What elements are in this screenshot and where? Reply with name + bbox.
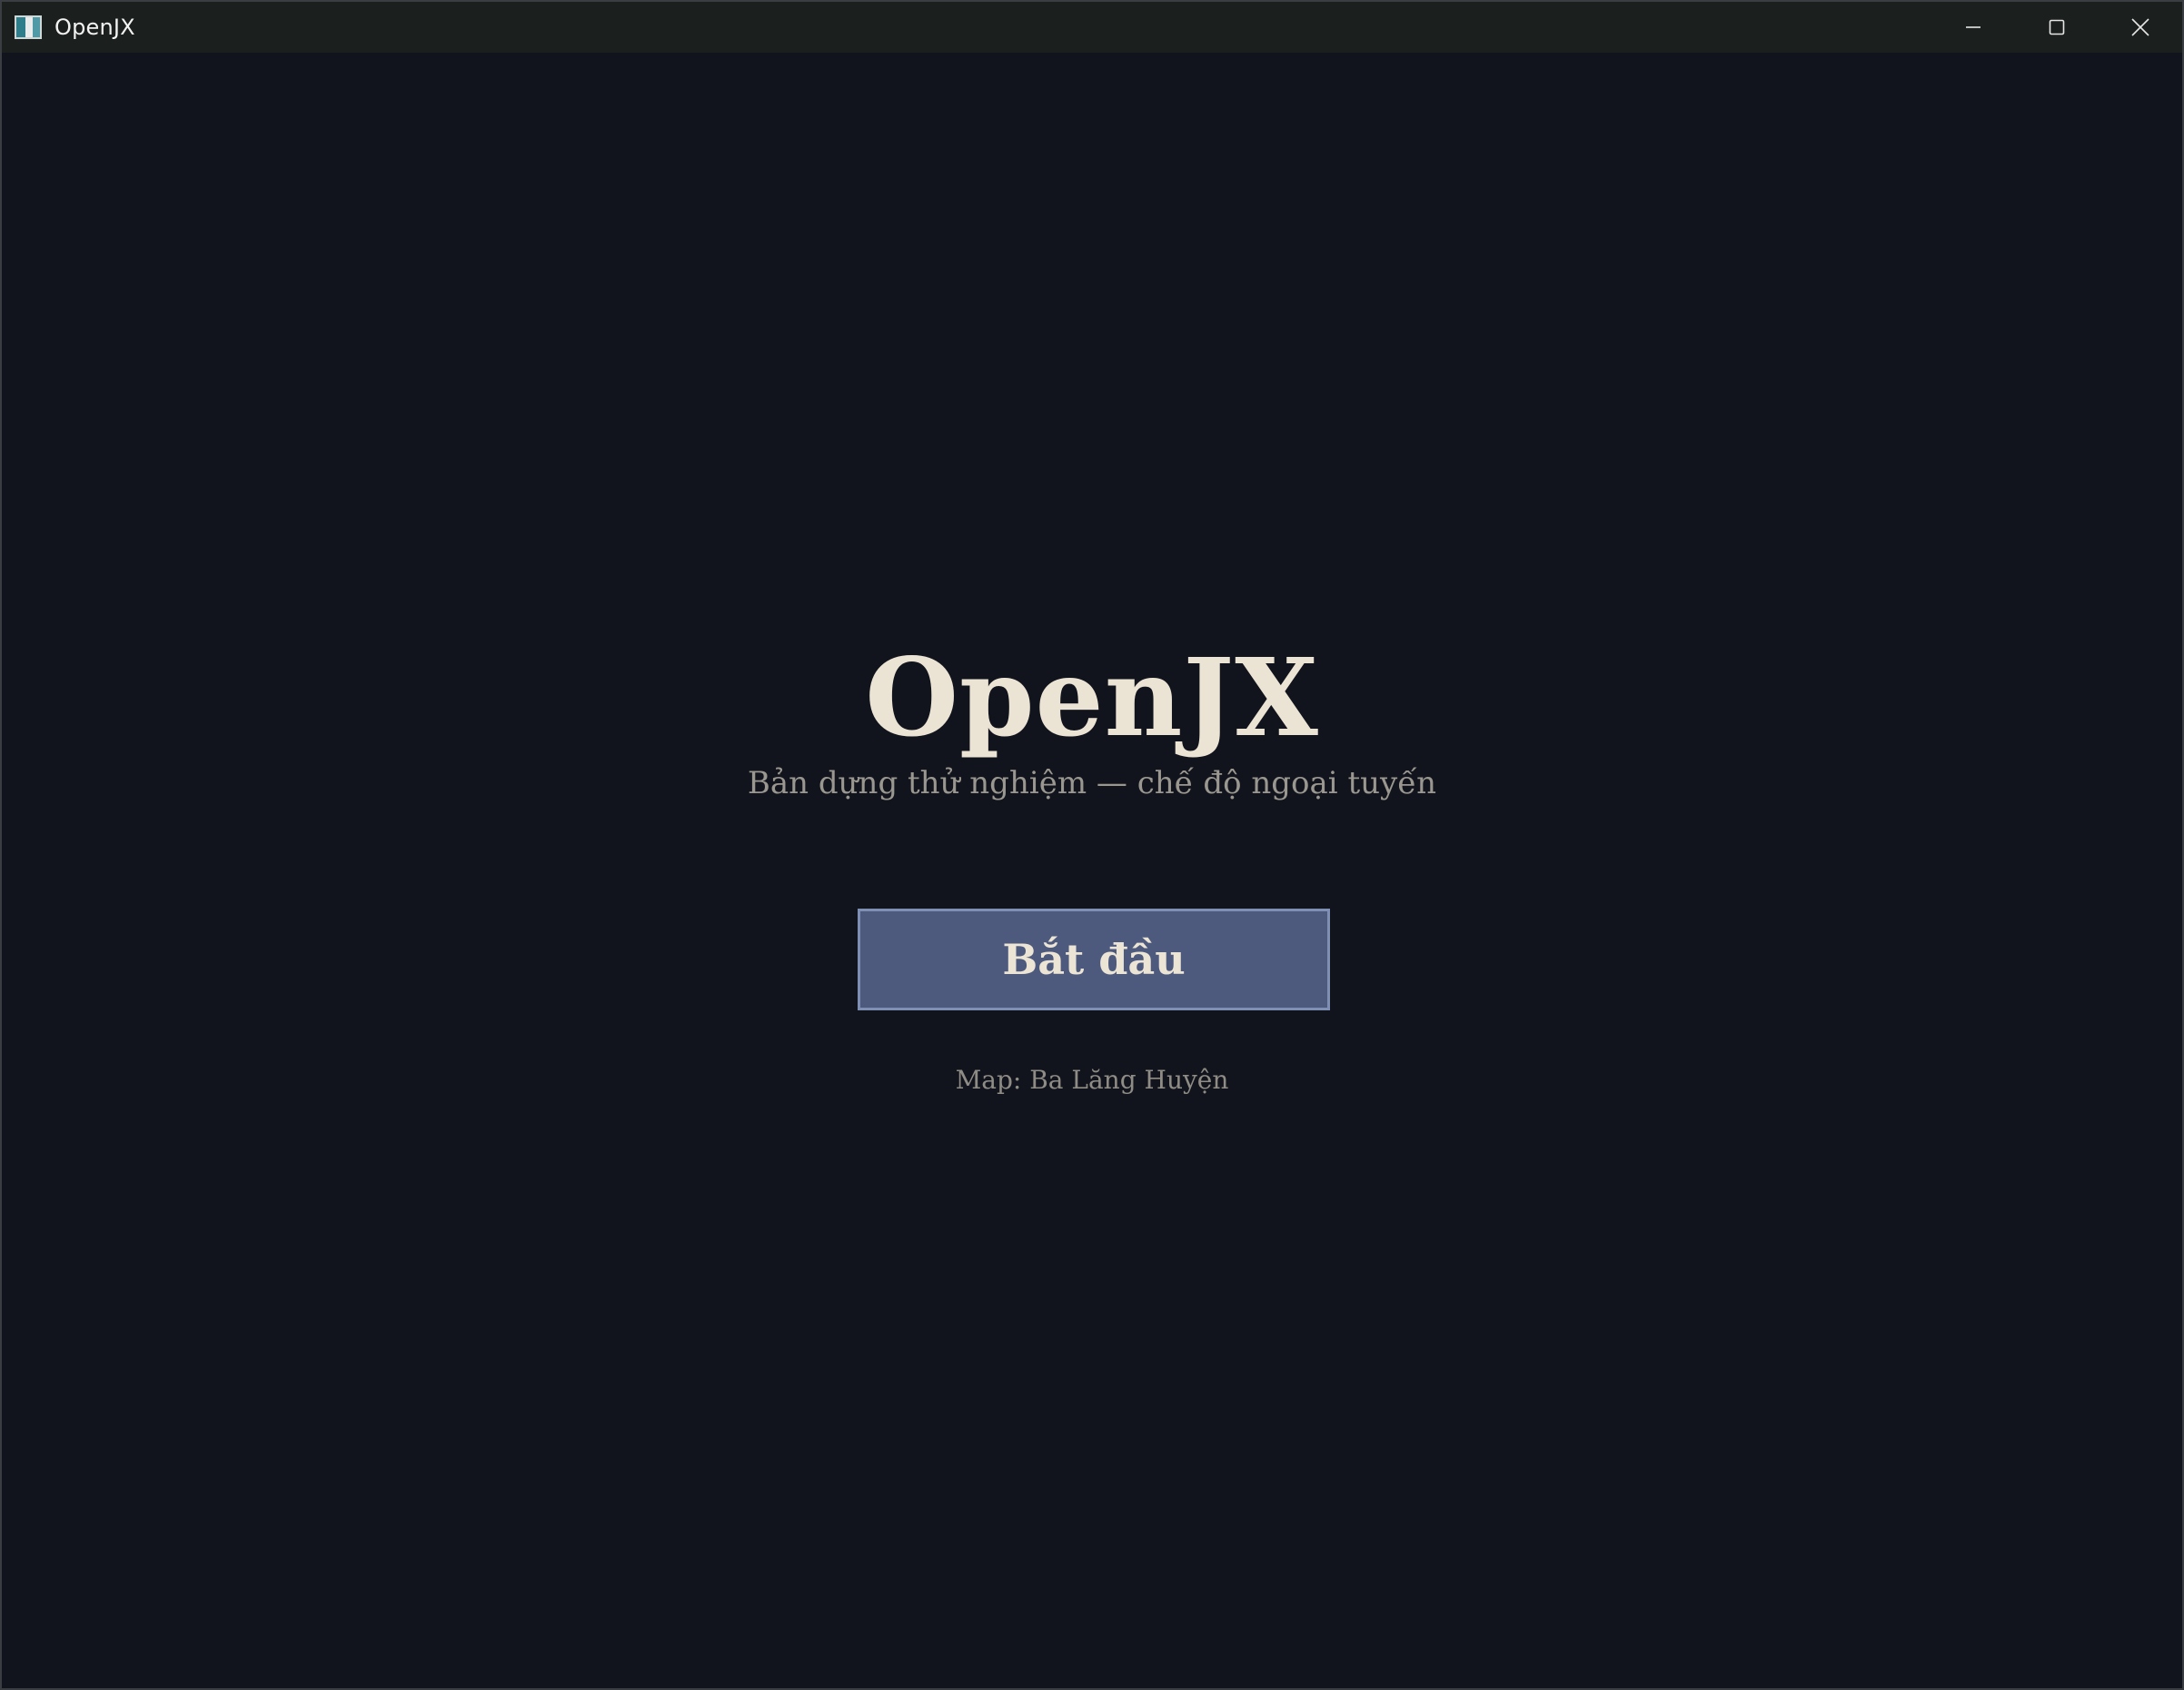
close-button[interactable] [2099, 2, 2182, 53]
maximize-button[interactable] [2015, 2, 2099, 53]
window-controls [1931, 2, 2182, 53]
start-button[interactable]: Bắt đầu [858, 909, 1330, 1010]
minimize-button[interactable] [1931, 2, 2015, 53]
start-button-label: Bắt đầu [1002, 935, 1186, 984]
close-icon [2131, 18, 2149, 36]
game-subtitle: Bản dựng thử nghiệm — chế độ ngoại tuyến [747, 765, 1437, 801]
title-bar[interactable]: OpenJX [2, 2, 2182, 53]
minimize-icon [1966, 26, 1980, 28]
map-label: Map: Ba Lăng Huyện [955, 1065, 1229, 1095]
app-window: OpenJX OpenJX Bản dựng thử nghiệm — chế … [0, 0, 2184, 1690]
window-title: OpenJX [55, 15, 135, 40]
app-icon [15, 15, 42, 39]
maximize-icon [2049, 19, 2065, 35]
game-title: OpenJX [865, 634, 1319, 760]
main-menu: OpenJX Bản dựng thử nghiệm — chế độ ngoạ… [2, 53, 2182, 1688]
